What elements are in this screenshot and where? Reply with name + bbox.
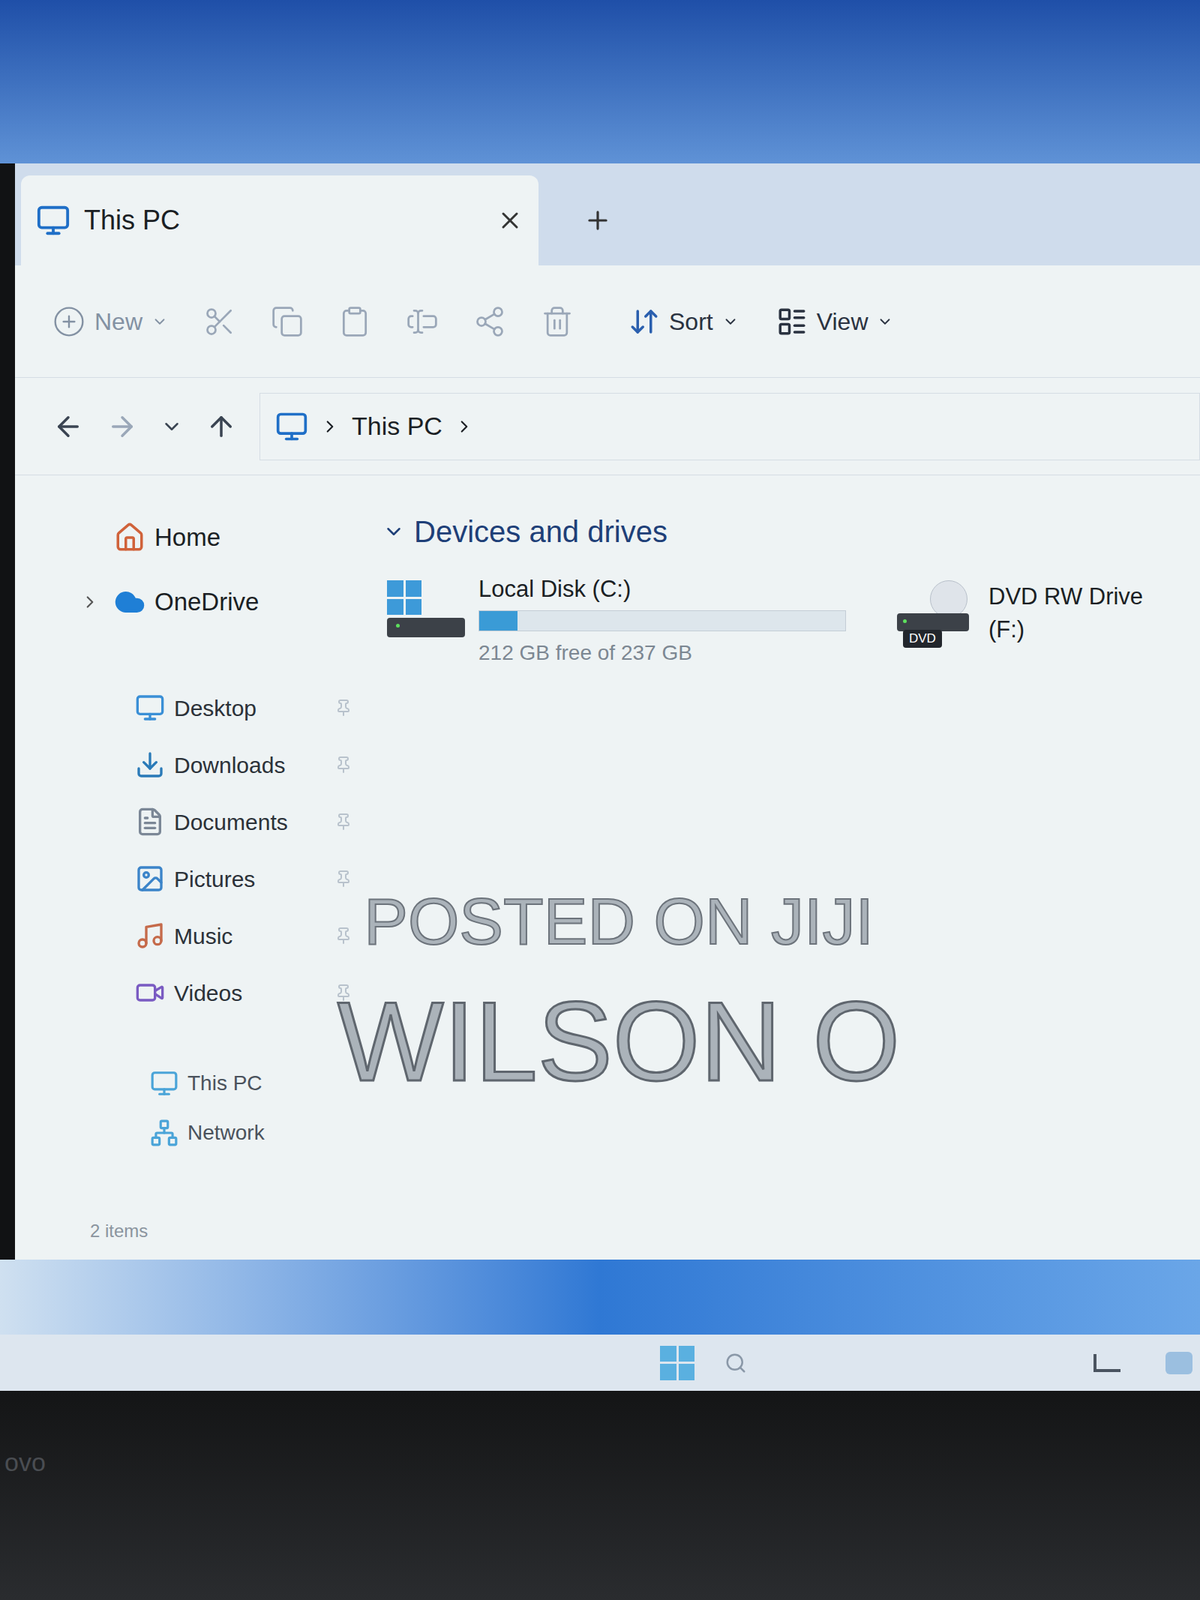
back-icon[interactable]: [52, 411, 84, 443]
sidebar-item[interactable]: OneDrive: [75, 570, 368, 635]
this-pc-icon: [36, 203, 71, 238]
wallpaper: [0, 1260, 1200, 1335]
sidebar-item[interactable]: Music: [75, 907, 368, 965]
section-header[interactable]: Devices and drives: [382, 505, 1200, 558]
drive-list: Local Disk (C:)212 GB free of 237 GBDVDD…: [382, 573, 1200, 669]
free-space: 212 GB free of 237 GB: [478, 637, 863, 669]
address-bar[interactable]: This PC: [259, 393, 1200, 461]
dvd-badge: DVD: [903, 630, 942, 648]
cut-icon: [203, 305, 237, 339]
up-icon[interactable]: [205, 411, 237, 443]
file-explorer-window: This PC New Sort View This PC HomeOneDrive Des…: [15, 163, 1200, 1260]
cloud-icon: [114, 586, 146, 618]
this-pc-icon: [275, 410, 309, 444]
drive-name: DVD RW Drive (F:): [988, 580, 1178, 647]
sort-icon: [628, 306, 660, 338]
pin-icon[interactable]: [334, 813, 353, 831]
main-pane: Devices and drives Local Disk (C:) 212 GB …: [367, 475, 1200, 1260]
drive-tile[interactable]: DVD DVD RW Drive (F:): [892, 573, 1178, 669]
forward-icon[interactable]: [106, 411, 138, 443]
dvd-drive-icon: DVD: [892, 580, 975, 648]
home-icon: [114, 522, 146, 554]
share[interactable]: [456, 305, 524, 339]
start-button[interactable]: [660, 1346, 695, 1381]
expand-icon[interactable]: [80, 592, 100, 612]
sidebar-item[interactable]: Home: [75, 505, 368, 570]
sort-button[interactable]: Sort: [628, 303, 739, 340]
chevron-down-icon: [722, 313, 739, 330]
screen: This PC New Sort View This PC HomeOneDrive Des…: [0, 0, 1200, 1600]
folder-icon: [135, 807, 165, 837]
delete[interactable]: [523, 305, 591, 339]
chevron-down-icon: [151, 313, 168, 330]
new-icon: [52, 305, 86, 339]
sidebar-item[interactable]: Network: [75, 1108, 368, 1158]
paste[interactable]: [321, 305, 389, 339]
watermark-line: POSTED ON JIJI: [363, 880, 874, 963]
sidebar-item[interactable]: Desktop: [75, 679, 368, 737]
watermark-line: WILSON O: [337, 978, 900, 1106]
location-icon: [150, 1069, 179, 1098]
usage-bar: [478, 610, 846, 632]
chat-icon[interactable]: [1165, 1352, 1193, 1375]
sidebar-item[interactable]: Downloads: [75, 736, 368, 794]
folder-icon: [135, 864, 165, 894]
chevron-right-icon: [454, 417, 474, 437]
pin-icon[interactable]: [334, 699, 353, 717]
status-bar: 2 items: [75, 1218, 368, 1260]
folder-icon: [135, 921, 165, 951]
breadcrumb-item[interactable]: This PC: [320, 407, 474, 446]
navigation-bar: This PC: [15, 378, 1200, 476]
rename-icon: [405, 305, 439, 339]
desktop-top: [0, 0, 1200, 164]
pin-icon[interactable]: [334, 756, 353, 774]
sidebar-item[interactable]: This PC: [75, 1059, 368, 1109]
folder-icon: [135, 750, 165, 780]
tray-icon[interactable]: [1093, 1354, 1121, 1373]
watermark: POSTED ON JIJI WILSON O: [337, 880, 900, 1106]
recent-icon[interactable]: [160, 415, 183, 438]
laptop-bezel: ovo: [0, 1391, 1200, 1600]
sidebar-item[interactable]: Pictures: [75, 850, 368, 908]
folder-icon: [135, 693, 165, 723]
view-button[interactable]: View: [776, 303, 894, 340]
location-icon: [150, 1119, 179, 1148]
copy-icon: [270, 305, 304, 339]
pin-icon[interactable]: [334, 984, 353, 1002]
tab-bar: This PC: [15, 163, 1200, 266]
cut[interactable]: [186, 305, 254, 339]
sidebar-item[interactable]: Documents: [75, 793, 368, 851]
new-button[interactable]: New: [52, 303, 186, 340]
chevron-down-icon: [876, 313, 894, 330]
local-disk-icon: [382, 573, 465, 641]
toolbar: New Sort View: [15, 265, 1200, 378]
share-icon: [473, 305, 507, 339]
sidebar: HomeOneDrive DesktopDownloadsDocumentsPic…: [15, 475, 368, 1260]
usage-fill: [479, 611, 518, 631]
folder-icon: [135, 978, 165, 1008]
drive-tile[interactable]: Local Disk (C:) 212 GB free of 237 GB: [382, 573, 863, 669]
rename[interactable]: [388, 305, 456, 339]
sidebar-item[interactable]: Videos: [75, 964, 368, 1022]
pin-icon[interactable]: [334, 927, 353, 945]
collapse-icon: [382, 520, 405, 543]
tab[interactable]: This PC: [21, 175, 539, 266]
plus-icon: [583, 206, 612, 235]
copy[interactable]: [253, 305, 321, 339]
taskbar: [0, 1335, 1200, 1392]
search-icon[interactable]: [724, 1352, 747, 1375]
delete-icon: [540, 305, 574, 339]
tab-title: This PC: [84, 200, 483, 241]
bezel-logo: ovo: [4, 1448, 46, 1477]
drive-name: Local Disk (C:): [478, 573, 863, 606]
new-tab-button[interactable]: [538, 175, 657, 266]
content: HomeOneDrive DesktopDownloadsDocumentsPic…: [15, 475, 1200, 1260]
pin-icon[interactable]: [334, 870, 353, 888]
paste-icon: [338, 305, 372, 339]
view-icon: [776, 306, 808, 338]
close-tab-icon[interactable]: [496, 207, 524, 234]
chevron-right-icon: [320, 417, 340, 437]
